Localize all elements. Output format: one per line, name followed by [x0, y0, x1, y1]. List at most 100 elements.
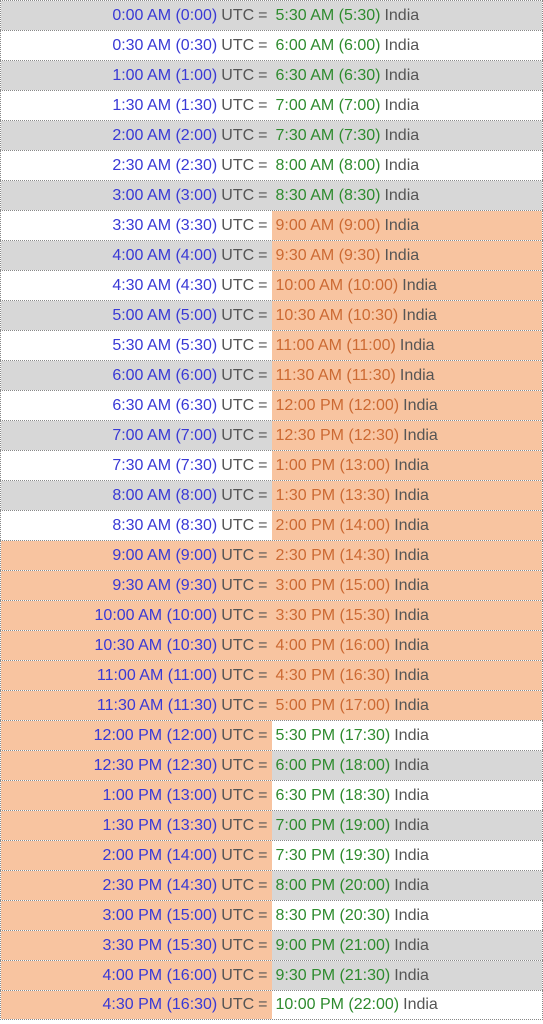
india-label: India — [394, 481, 429, 511]
utc-label: UTC — [221, 331, 254, 361]
equals-sign: = — [258, 151, 267, 181]
india-cell: 7:30 PM (19:30)India — [272, 841, 543, 870]
table-row: 5:30 AM (5:30)UTC=11:00 AM (11:00)India — [0, 330, 543, 360]
india-label: India — [394, 691, 429, 721]
utc-cell: 2:30 PM (14:30)UTC= — [1, 871, 272, 900]
india-cell: 5:00 PM (17:00)India — [272, 691, 543, 720]
utc-label: UTC — [221, 901, 254, 931]
utc-cell: 0:30 AM (0:30)UTC= — [1, 31, 272, 60]
india-time: 9:00 PM (21:00) — [276, 931, 391, 961]
table-row: 3:30 PM (15:30)UTC=9:00 PM (21:00)India — [0, 930, 543, 960]
utc-label: UTC — [221, 301, 254, 331]
equals-sign: = — [258, 391, 267, 421]
utc-label: UTC — [221, 391, 254, 421]
utc-time: 4:30 PM (16:30) — [103, 990, 218, 1020]
utc-time: 2:00 AM (2:00) — [112, 121, 217, 151]
india-label: India — [394, 661, 429, 691]
india-cell: 12:30 PM (12:30)India — [272, 421, 543, 450]
india-label: India — [400, 331, 435, 361]
utc-label: UTC — [221, 811, 254, 841]
india-cell: 11:30 AM (11:30)India — [272, 361, 543, 390]
utc-time: 5:30 AM (5:30) — [112, 331, 217, 361]
table-row: 12:00 PM (12:00)UTC=5:30 PM (17:30)India — [0, 720, 543, 750]
utc-label: UTC — [221, 121, 254, 151]
india-time: 11:30 AM (11:30) — [276, 361, 396, 391]
table-row: 12:30 PM (12:30)UTC=6:00 PM (18:00)India — [0, 750, 543, 780]
india-label: India — [403, 421, 438, 451]
utc-time: 8:00 AM (8:00) — [112, 481, 217, 511]
utc-time: 7:00 AM (7:00) — [112, 421, 217, 451]
india-time: 3:30 PM (15:30) — [276, 601, 391, 631]
utc-time: 11:00 AM (11:00) — [97, 661, 217, 691]
utc-cell: 1:30 PM (13:30)UTC= — [1, 811, 272, 840]
table-row: 2:30 PM (14:30)UTC=8:00 PM (20:00)India — [0, 870, 543, 900]
india-label: India — [394, 931, 429, 961]
utc-time: 3:30 AM (3:30) — [112, 211, 217, 241]
india-cell: 12:00 PM (12:00)India — [272, 391, 543, 420]
india-label: India — [394, 751, 429, 781]
utc-cell: 2:00 AM (2:00)UTC= — [1, 121, 272, 150]
table-row: 2:00 AM (2:00)UTC=7:30 AM (7:30)India — [0, 120, 543, 150]
table-row: 7:00 AM (7:00)UTC=12:30 PM (12:30)India — [0, 420, 543, 450]
utc-time: 1:00 PM (13:00) — [103, 781, 218, 811]
table-row: 4:00 PM (16:00)UTC=9:30 PM (21:30)India — [0, 960, 543, 990]
india-label: India — [394, 841, 429, 871]
utc-cell: 3:30 AM (3:30)UTC= — [1, 211, 272, 240]
india-cell: 7:00 PM (19:00)India — [272, 811, 543, 840]
equals-sign: = — [258, 31, 267, 61]
equals-sign: = — [258, 901, 267, 931]
india-cell: 8:30 AM (8:30)India — [272, 181, 543, 210]
utc-time: 12:30 PM (12:30) — [94, 751, 218, 781]
equals-sign: = — [258, 721, 267, 751]
india-time: 6:30 AM (6:30) — [276, 61, 381, 91]
india-label: India — [384, 61, 419, 91]
table-row: 11:30 AM (11:30)UTC=5:00 PM (17:00)India — [0, 690, 543, 720]
india-cell: 3:00 PM (15:00)India — [272, 571, 543, 600]
utc-cell: 8:30 AM (8:30)UTC= — [1, 511, 272, 540]
utc-cell: 1:00 AM (1:00)UTC= — [1, 61, 272, 90]
utc-cell: 6:30 AM (6:30)UTC= — [1, 391, 272, 420]
utc-label: UTC — [221, 751, 254, 781]
equals-sign: = — [258, 121, 267, 151]
table-row: 2:30 AM (2:30)UTC=8:00 AM (8:00)India — [0, 150, 543, 180]
india-label: India — [403, 391, 438, 421]
india-cell: 4:30 PM (16:30)India — [272, 661, 543, 690]
india-cell: 7:00 AM (7:00)India — [272, 91, 543, 120]
india-label: India — [394, 601, 429, 631]
table-row: 0:00 AM (0:00)UTC=5:30 AM (5:30)India — [0, 0, 543, 30]
india-cell: 10:00 PM (22:00)India — [272, 991, 543, 1019]
india-time: 7:00 AM (7:00) — [276, 91, 381, 121]
india-time: 12:00 PM (12:00) — [276, 391, 400, 421]
india-label: India — [394, 631, 429, 661]
india-time: 5:00 PM (17:00) — [276, 691, 391, 721]
utc-cell: 12:30 PM (12:30)UTC= — [1, 751, 272, 780]
table-row: 1:30 AM (1:30)UTC=7:00 AM (7:00)India — [0, 90, 543, 120]
utc-label: UTC — [221, 781, 254, 811]
table-row: 4:00 AM (4:00)UTC=9:30 AM (9:30)India — [0, 240, 543, 270]
utc-cell: 6:00 AM (6:00)UTC= — [1, 361, 272, 390]
india-time: 9:00 AM (9:00) — [276, 211, 381, 241]
india-time: 5:30 AM (5:30) — [276, 1, 381, 31]
utc-cell: 4:30 PM (16:30)UTC= — [1, 991, 272, 1019]
india-cell: 8:00 PM (20:00)India — [272, 871, 543, 900]
utc-label: UTC — [221, 661, 254, 691]
utc-time: 0:30 AM (0:30) — [112, 31, 217, 61]
table-row: 1:00 AM (1:00)UTC=6:30 AM (6:30)India — [0, 60, 543, 90]
utc-label: UTC — [221, 691, 254, 721]
india-time: 4:30 PM (16:30) — [276, 661, 391, 691]
utc-time: 10:00 AM (10:00) — [95, 601, 218, 631]
india-time: 9:30 AM (9:30) — [276, 241, 381, 271]
table-row: 6:30 AM (6:30)UTC=12:00 PM (12:00)India — [0, 390, 543, 420]
utc-label: UTC — [221, 601, 254, 631]
utc-cell: 9:30 AM (9:30)UTC= — [1, 571, 272, 600]
utc-label: UTC — [221, 931, 254, 961]
utc-cell: 7:30 AM (7:30)UTC= — [1, 451, 272, 480]
india-cell: 2:00 PM (14:00)India — [272, 511, 543, 540]
india-label: India — [394, 811, 429, 841]
equals-sign: = — [258, 61, 267, 91]
utc-time: 9:30 AM (9:30) — [112, 571, 217, 601]
equals-sign: = — [258, 751, 267, 781]
table-row: 9:00 AM (9:00)UTC=2:30 PM (14:30)India — [0, 540, 543, 570]
utc-time: 2:30 PM (14:30) — [103, 871, 218, 901]
table-row: 2:00 PM (14:00)UTC=7:30 PM (19:30)India — [0, 840, 543, 870]
